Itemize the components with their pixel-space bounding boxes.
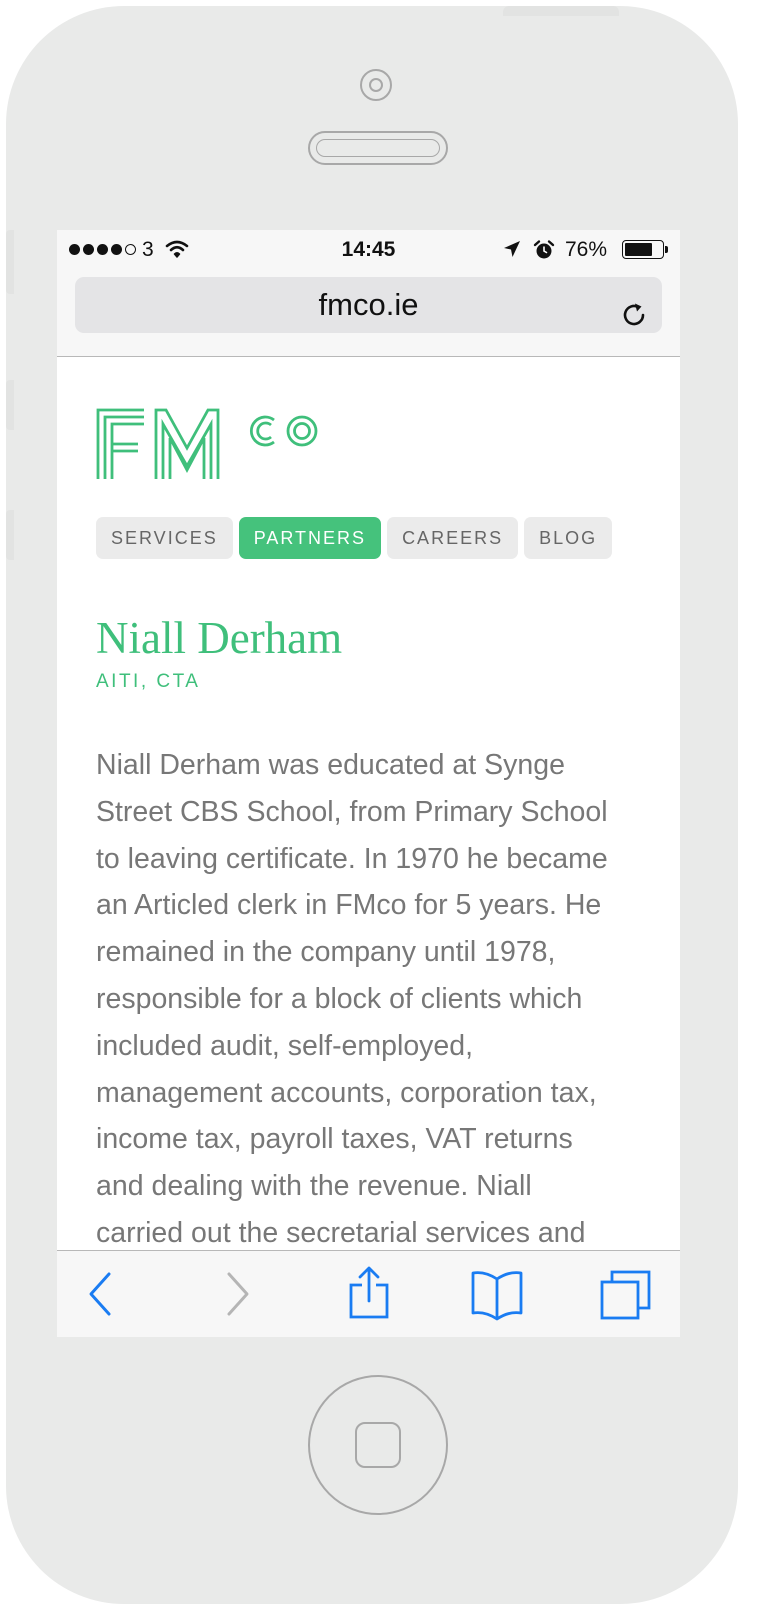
share-icon[interactable] — [347, 1265, 391, 1326]
browser-toolbar — [57, 1250, 680, 1337]
location-arrow-icon — [502, 239, 522, 265]
bio-line: to leaving certificate. In 1970 he becam… — [96, 842, 608, 875]
front-camera — [360, 69, 392, 101]
partner-qualifications: AITI, CTA — [96, 671, 201, 692]
bio-line: and dealing with the revenue. Niall — [96, 1170, 532, 1203]
nav-item-blog[interactable]: BLOG — [524, 517, 613, 559]
fmco-logo-graphic — [96, 408, 318, 479]
phone-screen: 3 14:45 76% fmco.ie SERVICES PARTNERS CA… — [57, 230, 680, 1337]
mute-switch — [6, 230, 14, 294]
bio-line: Niall Derham was educated at Synge — [96, 749, 565, 781]
tabs-icon[interactable] — [599, 1269, 653, 1326]
forward-icon[interactable] — [223, 1269, 253, 1324]
nav-item-careers[interactable]: CAREERS — [387, 517, 519, 559]
bio-line: management accounts, corporation tax, — [96, 1076, 597, 1109]
volume-up-button — [6, 380, 14, 430]
bio-line: Street CBS School, from Primary School — [96, 795, 608, 828]
battery-percent: 76% — [565, 238, 608, 261]
status-bar: 3 14:45 76% — [57, 230, 680, 272]
earpiece-speaker — [308, 131, 448, 165]
browser-address-area: fmco.ie — [57, 272, 680, 357]
home-button[interactable] — [308, 1375, 448, 1515]
fmco-logo[interactable] — [96, 408, 324, 487]
bio-line: included audit, self-employed, — [96, 1029, 474, 1062]
volume-down-button — [6, 510, 14, 560]
reload-icon[interactable] — [620, 291, 648, 347]
bio-line: carried out the secretarial services and — [96, 1216, 586, 1249]
battery-tip — [665, 246, 668, 253]
address-bar[interactable]: fmco.ie — [75, 277, 662, 333]
bio-line: income tax, payroll taxes, VAT returns — [96, 1123, 573, 1156]
bio-line: an Articled clerk in FMco for 5 years. H… — [96, 889, 602, 922]
page-content: SERVICES PARTNERS CAREERS BLOG Niall Derham… — [57, 357, 680, 1250]
bookmarks-icon[interactable] — [469, 1269, 525, 1326]
partner-name: Niall Derham — [96, 613, 343, 663]
url-text: fmco.ie — [318, 287, 419, 322]
alarm-clock-icon — [533, 239, 555, 267]
battery-icon — [622, 240, 664, 259]
nav-item-services[interactable]: SERVICES — [96, 517, 233, 559]
partner-bio: Niall Derham was educated at Synge Street… — [96, 742, 656, 1250]
nav-item-partners[interactable]: PARTNERS — [238, 517, 382, 559]
power-button — [503, 6, 619, 16]
bio-line: remained in the company until 1978, — [96, 936, 556, 969]
bio-line: responsible for a block of clients which — [96, 982, 583, 1015]
back-icon[interactable] — [85, 1269, 115, 1324]
main-nav: SERVICES PARTNERS CAREERS BLOG — [96, 517, 613, 559]
